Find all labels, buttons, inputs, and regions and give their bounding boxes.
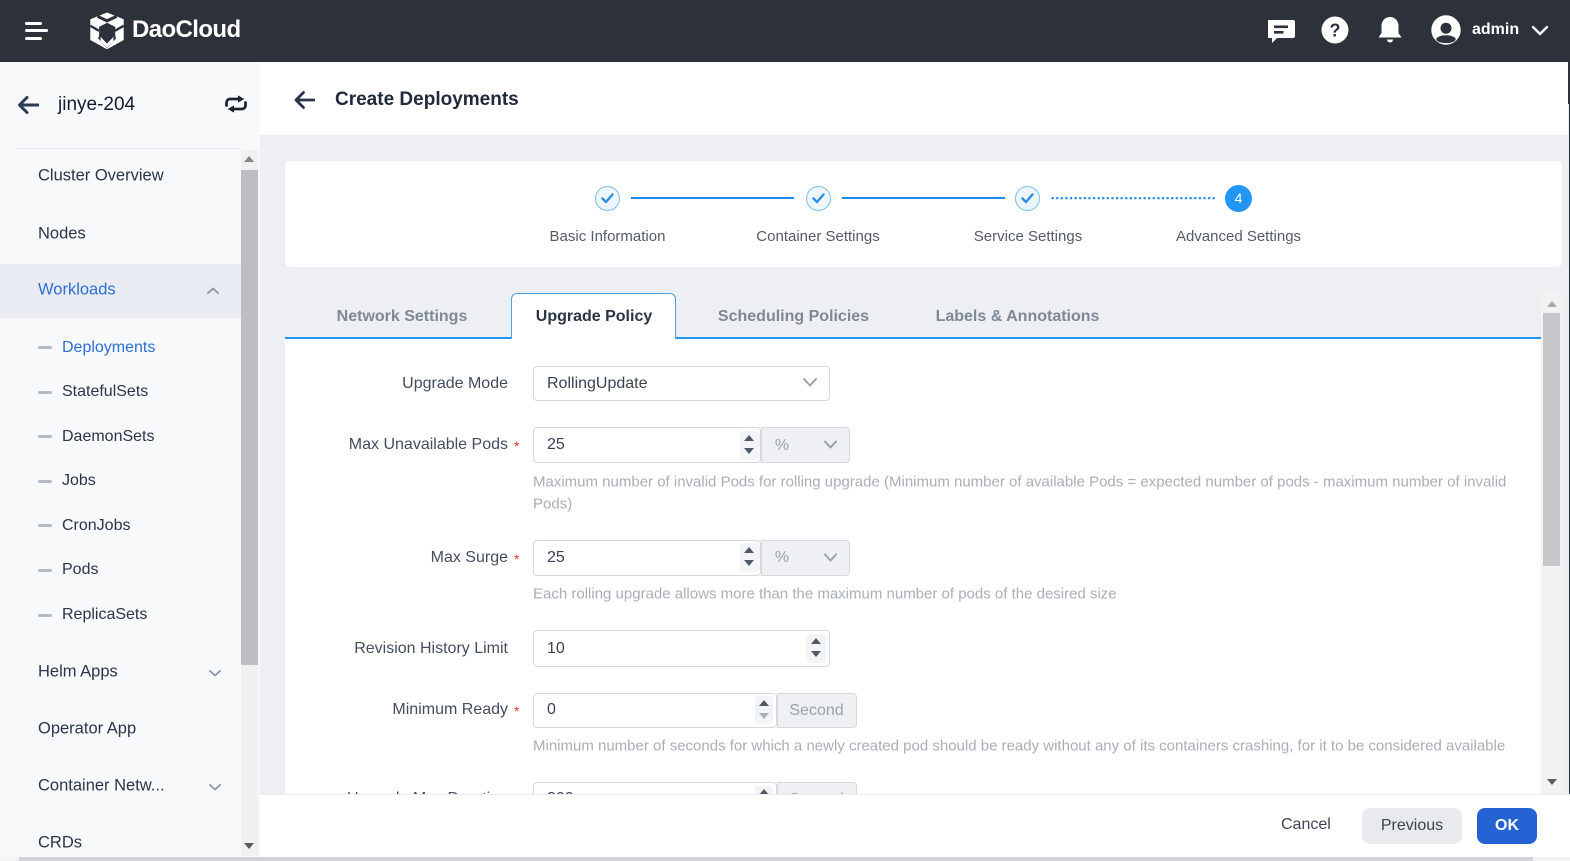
svg-text:?: ?	[1330, 21, 1341, 41]
